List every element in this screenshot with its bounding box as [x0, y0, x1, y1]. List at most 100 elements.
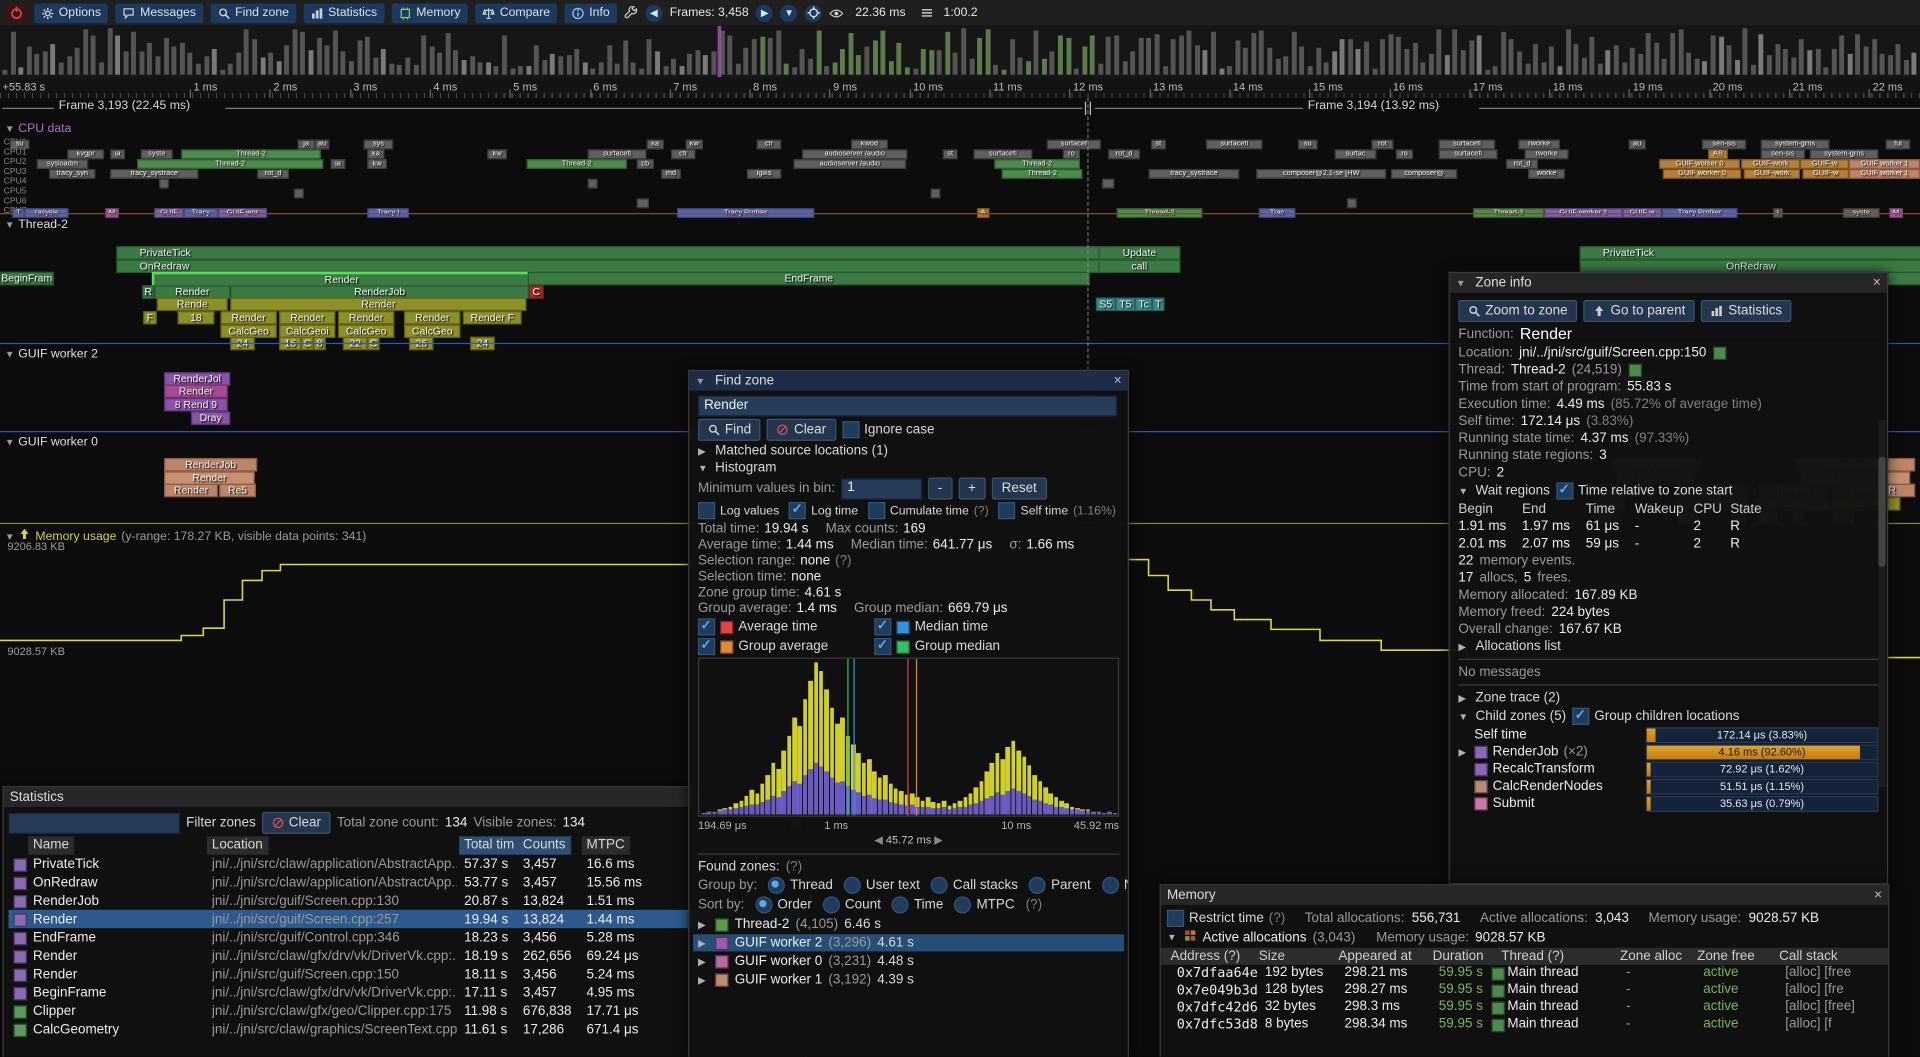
- timeline-zone[interactable]: Render: [338, 311, 394, 324]
- cpu-zone[interactable]: system-grns: [1810, 149, 1879, 159]
- cpu-zone[interactable]: ka: [367, 149, 384, 159]
- frame-time-bar[interactable]: [1300, 47, 1305, 75]
- stats-header-counts[interactable]: Counts: [518, 836, 572, 854]
- statistics-row[interactable]: EndFramejni/../jni/src/guif/Control.cpp:…: [9, 928, 801, 946]
- wait-table-header-cell[interactable]: Time: [1586, 502, 1635, 517]
- matched-source-locations[interactable]: ▶Matched source locations (1): [698, 443, 1119, 458]
- cpu-zone[interactable]: kw: [487, 149, 507, 159]
- frame-time-bar[interactable]: [35, 54, 40, 74]
- timeline-zone[interactable]: Dray: [191, 411, 230, 424]
- zone-info-titlebar[interactable]: ▼ Zone info ×: [1450, 273, 1887, 293]
- thread-header-guif-worker-0[interactable]: ▼GUIF worker 0: [5, 436, 98, 449]
- timeline-zone[interactable]: Render: [164, 484, 218, 497]
- memory-cell-7[interactable]: [alloc] [f: [1785, 1016, 1831, 1031]
- statistics-row[interactable]: RenderJobjni/../jni/src/guif/Screen.cpp:…: [9, 891, 801, 909]
- reset-button[interactable]: Reset: [992, 478, 1047, 500]
- cpu-zone[interactable]: au: [1629, 140, 1646, 150]
- frame-time-bar[interactable]: [631, 62, 636, 75]
- cpu-zone[interactable]: GUIF worker 0: [1663, 169, 1741, 179]
- child-zone-row[interactable]: Submit35.63 μs (0.79%): [1458, 796, 1878, 811]
- frame-time-bar[interactable]: [663, 66, 668, 75]
- statistics-row[interactable]: Renderjni/../jni/src/guif/Screen.cpp:150…: [9, 965, 801, 983]
- zone-group-row[interactable]: ▶GUIF worker 1(3,192)4.39 s: [693, 971, 1124, 988]
- frame-time-bar[interactable]: [1066, 38, 1071, 75]
- cpu-zone[interactable]: ja: [298, 140, 315, 150]
- timeline-zone[interactable]: PrivateTick: [1580, 246, 1920, 259]
- frame-time-bar[interactable]: [27, 47, 32, 75]
- frame-time-bar[interactable]: [156, 56, 161, 74]
- frame-time-bar[interactable]: [1702, 61, 1707, 75]
- toolbar-button-find-zone[interactable]: Find zone: [211, 3, 297, 23]
- frame-time-bar[interactable]: [1187, 31, 1192, 75]
- frame-time-bar[interactable]: [1227, 66, 1232, 74]
- sort-by-option-1-dot[interactable]: [823, 896, 840, 913]
- close-icon[interactable]: ×: [1114, 375, 1122, 387]
- sort-by-option-3[interactable]: MTPC: [954, 896, 1014, 913]
- option-checkbox-0[interactable]: Log values: [698, 502, 779, 519]
- frame-time-bar[interactable]: [1856, 34, 1861, 74]
- frame-time-bar[interactable]: [1823, 67, 1828, 75]
- sort-by-option-1[interactable]: Count: [823, 896, 881, 913]
- frame-time-bar[interactable]: [75, 47, 80, 74]
- cpu-zone[interactable]: Thread-2: [527, 159, 627, 169]
- cpu-zone[interactable]: rot_d: [1108, 149, 1140, 159]
- option-checkbox-2[interactable]: Cumulate time(?): [868, 502, 989, 519]
- frame-time-bar[interactable]: [1396, 37, 1401, 75]
- frame-time-bar[interactable]: [1340, 40, 1345, 75]
- frame-time-bar[interactable]: [260, 58, 265, 75]
- timeline-zone[interactable]: 18: [178, 311, 215, 324]
- cpu-zone[interactable]: Thread-2: [1002, 169, 1083, 179]
- frame-time-bar[interactable]: [1324, 62, 1329, 74]
- frame-time-bar[interactable]: [808, 59, 813, 75]
- expand-icon[interactable]: ▶: [1458, 692, 1469, 703]
- frame-time-bar[interactable]: [228, 63, 233, 75]
- frame-time-bar[interactable]: [1485, 70, 1490, 75]
- legend-item[interactable]: Average time: [698, 618, 857, 635]
- cpu-zone[interactable]: GUIF-w: [1802, 169, 1849, 179]
- cpu-zone[interactable]: GUIF worker 0: [1659, 159, 1740, 169]
- stats-header-name[interactable]: Name: [28, 836, 75, 854]
- frame-time-bar[interactable]: [115, 36, 120, 75]
- option-checkbox-1-box[interactable]: [789, 502, 806, 519]
- cpu-zone[interactable]: cfr: [671, 149, 695, 159]
- legend-checkbox[interactable]: [698, 638, 715, 655]
- frame-time-bar[interactable]: [389, 64, 394, 75]
- memory-header-6[interactable]: Zone free: [1697, 949, 1755, 964]
- timeline-zone[interactable]: Render: [230, 298, 526, 311]
- frame-time-bar[interactable]: [607, 45, 612, 75]
- frame-time-bar[interactable]: [1429, 54, 1434, 75]
- frame-time-bar[interactable]: [341, 51, 346, 75]
- frame-time-bar[interactable]: [1469, 41, 1474, 75]
- cpu-zone[interactable]: GUIF-work: [1744, 169, 1800, 179]
- frame-time-bar[interactable]: [1727, 45, 1732, 75]
- frame-time-bar[interactable]: [1437, 29, 1442, 74]
- memory-table-row[interactable]: 0x7e049b3d00128 bytes298.27 ms59.95 sMai…: [1167, 982, 1882, 999]
- bin-plus-button[interactable]: +: [958, 478, 985, 500]
- frame-time-bar[interactable]: [1421, 62, 1426, 74]
- frame-time-bar[interactable]: [1275, 59, 1280, 74]
- frame-time-bar[interactable]: [1815, 49, 1820, 75]
- frame-time-bar[interactable]: [284, 46, 289, 75]
- frame-time-bar[interactable]: [615, 63, 620, 74]
- frame-time-bar[interactable]: [711, 51, 716, 74]
- frame-time-bar[interactable]: [147, 43, 152, 75]
- cpu-zone[interactable]: [294, 189, 304, 199]
- frame-time-bar[interactable]: [953, 53, 958, 75]
- cpu-zone[interactable]: syste: [141, 149, 173, 159]
- frame-time-bar[interactable]: [1348, 39, 1353, 75]
- frame-time-bar[interactable]: [1557, 66, 1562, 75]
- frame-time-bar[interactable]: [510, 69, 515, 75]
- expand-icon[interactable]: ▶: [698, 974, 709, 985]
- option-checkbox-3[interactable]: Self time(1.16%): [998, 502, 1115, 519]
- memory-cell-7[interactable]: [alloc] [fre: [1785, 982, 1843, 997]
- cpu-zone[interactable]: [931, 189, 941, 199]
- frame-time-bar[interactable]: [937, 50, 942, 74]
- frame-time-bar[interactable]: [1880, 53, 1885, 74]
- frame-time-bar[interactable]: [381, 48, 386, 74]
- cpu-zone[interactable]: GUIF worker 1: [1849, 169, 1920, 179]
- frame-time-bar[interactable]: [816, 31, 821, 75]
- thread-header-guif-worker-2[interactable]: ▼GUIF worker 2: [5, 348, 98, 361]
- frame-time-bar[interactable]: [196, 64, 201, 75]
- frame-time-bar[interactable]: [921, 49, 926, 75]
- timeline-zone[interactable]: F: [143, 311, 156, 324]
